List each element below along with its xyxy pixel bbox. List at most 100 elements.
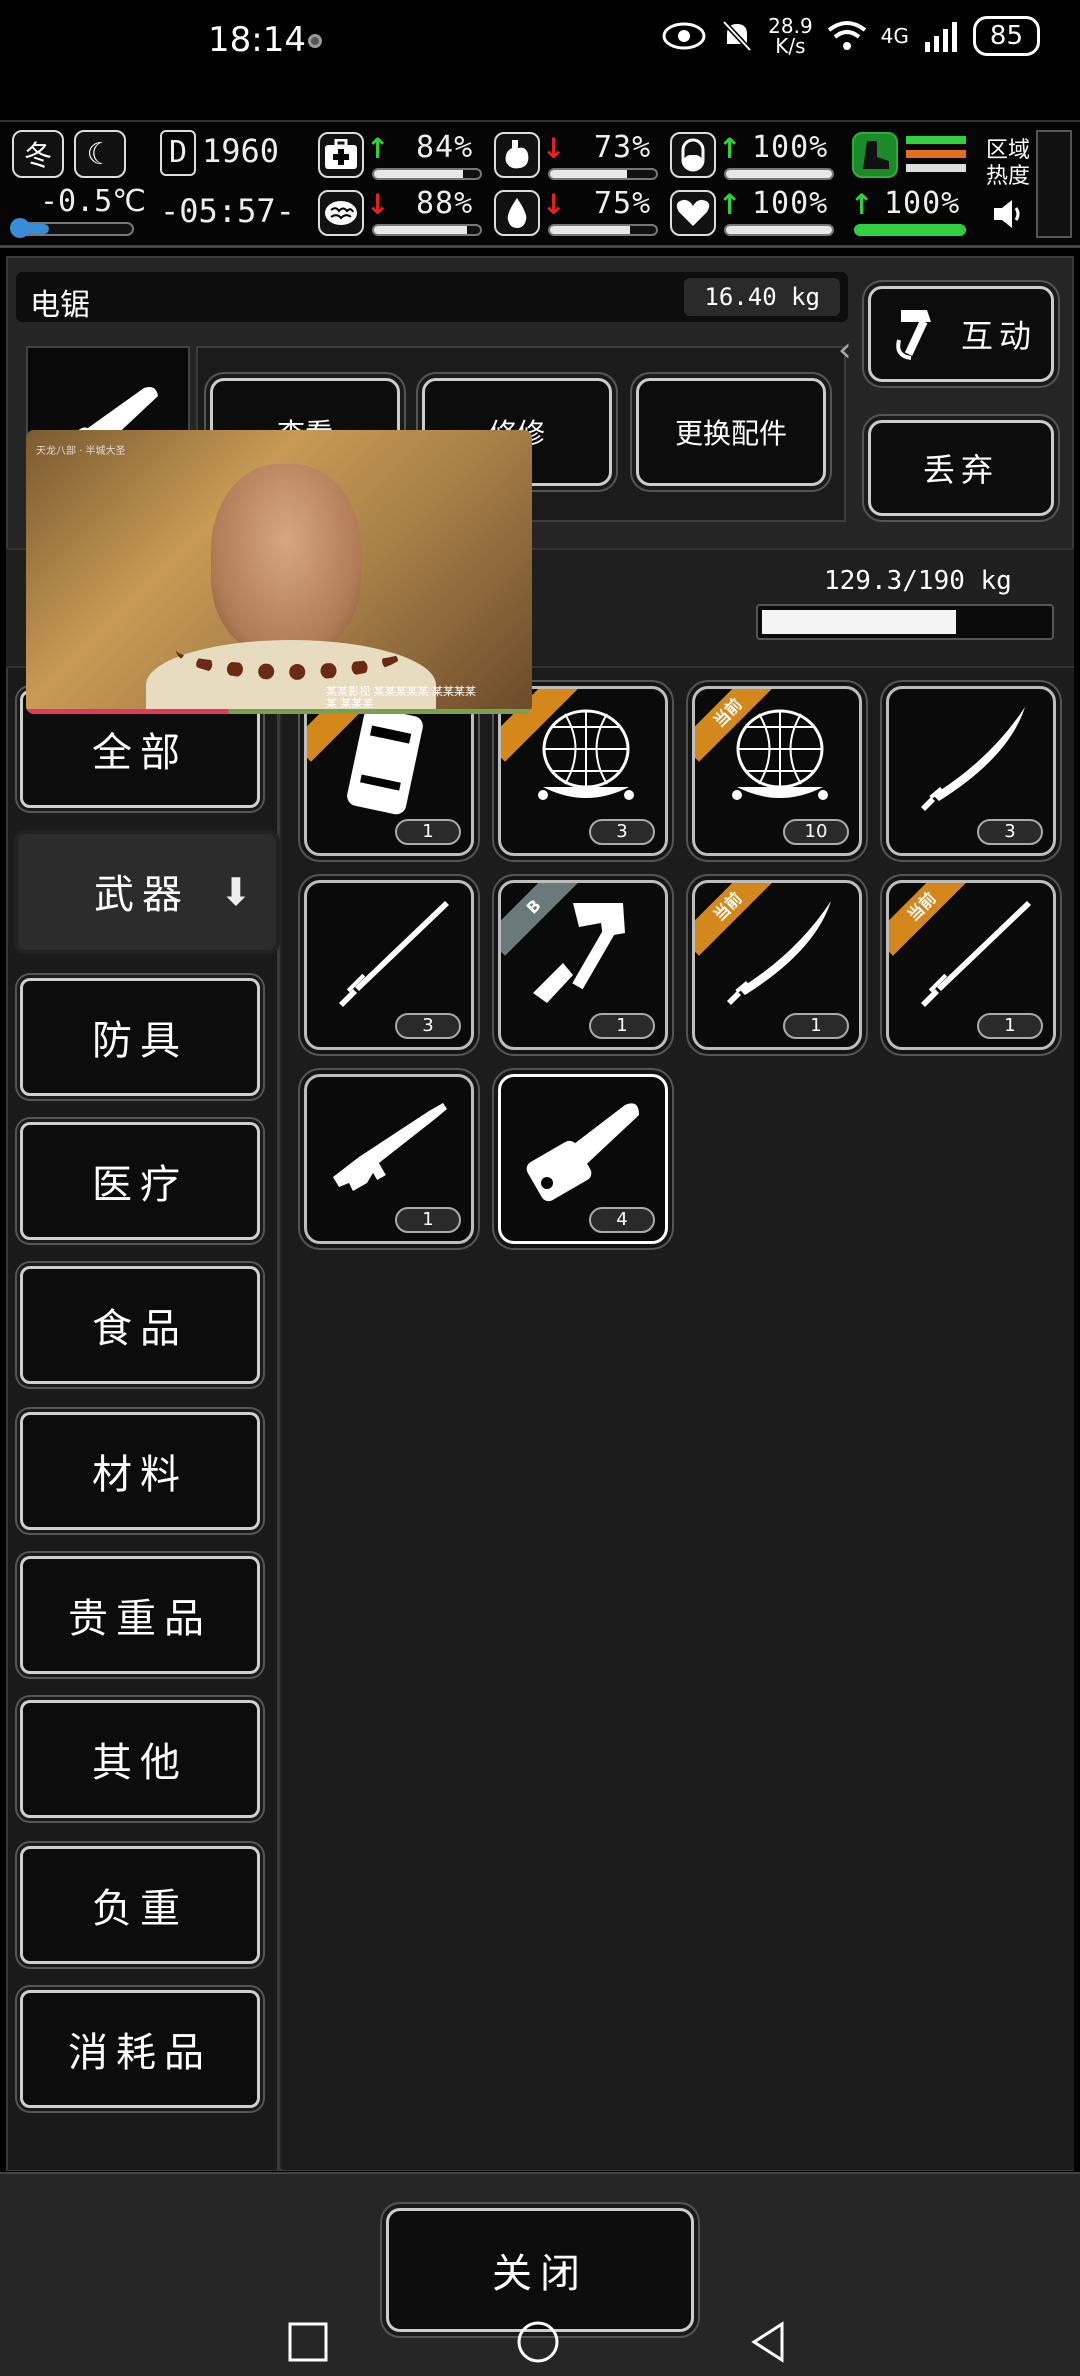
hunger-bar bbox=[548, 168, 658, 180]
item-quantity: 1 bbox=[783, 1013, 849, 1039]
immunity-value: 100% bbox=[752, 130, 829, 165]
status-icons: 28.9 K/s 4G 85 bbox=[662, 16, 1040, 56]
stomach-icon bbox=[494, 132, 540, 178]
rifle-icon bbox=[333, 1103, 447, 1191]
brain-icon bbox=[318, 190, 364, 236]
floating-video-player[interactable]: 天龙八部 · 半城大圣 某某影视 某某某某某 某某某某某 某某某 bbox=[26, 430, 532, 714]
arrow-down-icon: ⬇ bbox=[220, 870, 252, 914]
video-frame-beads bbox=[176, 620, 406, 680]
trend-up-icon: ↑ bbox=[718, 132, 742, 165]
season-winter-icon: 冬 bbox=[12, 130, 64, 178]
category-valuables[interactable]: 贵重品 bbox=[20, 1556, 260, 1674]
carry-capacity-text: 129.3/190 kg bbox=[824, 566, 1012, 596]
trend-down-icon: ↓ bbox=[542, 132, 566, 165]
net-trap-icon bbox=[732, 709, 828, 800]
mental-value: 88% bbox=[416, 186, 474, 221]
mute-bell-icon bbox=[722, 20, 752, 52]
category-consumables[interactable]: 消耗品 bbox=[20, 1990, 260, 2108]
speaker-icon[interactable] bbox=[990, 196, 1026, 232]
eye-icon bbox=[662, 22, 706, 50]
inventory-slot[interactable]: 1 bbox=[304, 1074, 474, 1244]
sword-icon bbox=[339, 901, 449, 1007]
category-armor[interactable]: 防具 bbox=[20, 978, 260, 1096]
item-quantity: 10 bbox=[783, 819, 849, 845]
inventory-slot[interactable]: B 1 bbox=[498, 880, 668, 1050]
selected-item-header: 电锯 16.40 kg bbox=[16, 272, 848, 323]
interact-button[interactable]: 互动 bbox=[868, 286, 1054, 382]
heart-icon bbox=[670, 190, 716, 236]
sword-icon bbox=[921, 901, 1031, 1007]
inventory-slot[interactable]: 3 bbox=[304, 880, 474, 1050]
hammer-icon bbox=[896, 310, 931, 360]
survival-hud: 冬 ☾ -0.5℃ D 1960 -05:57- ↑ 84% ↓ 88% ↓ 7… bbox=[0, 120, 1080, 248]
network-type: 4G bbox=[880, 24, 909, 48]
change-parts-button[interactable]: 更换配件 bbox=[636, 378, 826, 486]
katana-icon bbox=[921, 707, 1025, 811]
day-counter: 1960 bbox=[202, 132, 280, 170]
category-weapons-label: 武器 bbox=[94, 872, 190, 918]
temperature: -0.5℃ bbox=[40, 184, 146, 219]
category-other[interactable]: 其他 bbox=[20, 1700, 260, 1818]
mood-bar bbox=[724, 224, 834, 236]
category-load[interactable]: 负重 bbox=[20, 1846, 260, 1964]
clock: 18:14 bbox=[208, 20, 306, 60]
battery-indicator: 85 bbox=[972, 16, 1040, 56]
item-quantity: 1 bbox=[589, 1013, 655, 1039]
boot-icon bbox=[852, 132, 898, 178]
mental-bar bbox=[372, 224, 482, 236]
inventory-slot[interactable]: 当前 1 bbox=[692, 880, 862, 1050]
inventory-slot[interactable]: 当前 1 bbox=[886, 880, 1056, 1050]
katana-icon bbox=[727, 901, 831, 1005]
trend-down-icon: ↓ bbox=[366, 188, 390, 221]
hunger-value: 73% bbox=[594, 130, 652, 165]
status-bar: 18:14 28.9 K/s 4G 85 bbox=[0, 0, 1080, 120]
item-quantity: 1 bbox=[977, 1013, 1043, 1039]
thirst-bar bbox=[548, 224, 658, 236]
recent-apps-icon[interactable] bbox=[286, 2320, 330, 2364]
inventory-slot[interactable]: 当前 10 bbox=[692, 686, 862, 856]
pill-icon bbox=[670, 132, 716, 178]
trend-up-icon: ↑ bbox=[366, 132, 390, 165]
category-weapons[interactable]: 武器 ⬇ bbox=[14, 830, 280, 954]
home-icon[interactable] bbox=[516, 2320, 560, 2364]
inventory-slot-selected[interactable]: 4 bbox=[498, 1074, 668, 1244]
stamina-bar bbox=[854, 224, 966, 236]
net-speed: 28.9 K/s bbox=[768, 14, 813, 58]
back-icon[interactable] bbox=[746, 2320, 790, 2364]
water-drop-icon bbox=[494, 190, 540, 236]
health-bar bbox=[372, 168, 482, 180]
game-clock: -05:57- bbox=[160, 192, 295, 230]
mood-value: 100% bbox=[752, 186, 829, 221]
chainsaw-icon bbox=[526, 1103, 639, 1202]
temperature-bar bbox=[10, 218, 134, 238]
selected-item-name: 电锯 bbox=[30, 288, 90, 323]
day-icon: D bbox=[160, 130, 196, 176]
inventory-slot[interactable]: 3 bbox=[886, 686, 1056, 856]
selected-item-weight: 16.40 kg bbox=[684, 278, 840, 316]
health-value: 84% bbox=[416, 130, 474, 165]
ammo-case-icon bbox=[347, 707, 423, 815]
moon-icon: ☾ bbox=[74, 130, 126, 178]
item-quantity: 3 bbox=[395, 1013, 461, 1039]
carry-capacity-bar bbox=[756, 604, 1054, 640]
category-materials[interactable]: 材料 bbox=[20, 1412, 260, 1530]
video-progress-bar[interactable] bbox=[26, 709, 532, 714]
thirst-value: 75% bbox=[594, 186, 652, 221]
trend-up-icon: ↑ bbox=[718, 188, 742, 221]
close-button[interactable]: 关闭 bbox=[386, 2208, 694, 2332]
axe-icon bbox=[533, 903, 625, 1003]
item-quantity: 4 bbox=[589, 1207, 655, 1233]
medkit-icon bbox=[318, 132, 364, 178]
item-quantity: 1 bbox=[395, 819, 461, 845]
video-watermark: 天龙八部 · 半城大圣 bbox=[36, 446, 126, 457]
category-food[interactable]: 食品 bbox=[20, 1266, 260, 1384]
chevron-left-icon[interactable]: ‹ bbox=[838, 330, 852, 370]
category-medical[interactable]: 医疗 bbox=[20, 1122, 260, 1240]
discard-button[interactable]: 丢弃 bbox=[868, 420, 1054, 516]
net-trap-icon bbox=[538, 709, 634, 800]
wifi-icon bbox=[827, 21, 866, 50]
item-quantity: 1 bbox=[395, 1207, 461, 1233]
notification-dot-icon bbox=[308, 34, 322, 48]
item-quantity: 3 bbox=[589, 819, 655, 845]
signal-icon bbox=[924, 22, 957, 52]
